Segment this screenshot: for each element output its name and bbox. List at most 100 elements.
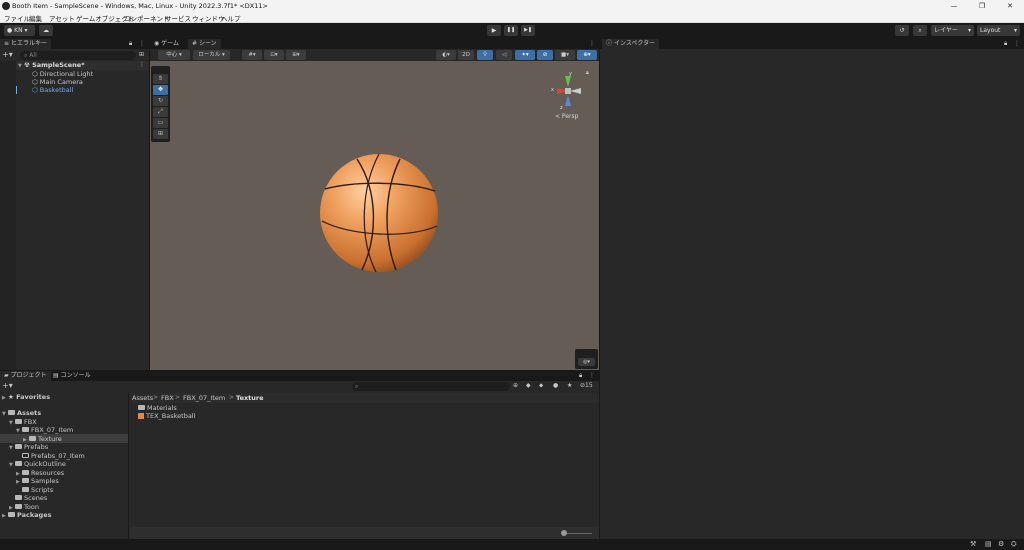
orientation-gizmo[interactable]: y x z [548, 71, 588, 111]
scene-more-icon[interactable]: ⋮ [139, 61, 145, 68]
tree-item-resources[interactable]: ▶ Resources [16, 469, 64, 477]
camera-settings-dropdown[interactable]: ◎▾ [578, 358, 595, 366]
space-dropdown[interactable]: ローカル ▾ [193, 50, 230, 60]
tree-item-scripts[interactable]: Scripts [22, 486, 53, 494]
history-button[interactable]: ↺ [895, 25, 909, 36]
pause-button[interactable]: ❚❚ [504, 25, 518, 36]
draw-mode-dropdown[interactable]: ⊞▾ [286, 50, 306, 60]
breadcrumb-fbx-07-item[interactable]: FBX_07_Item [183, 394, 225, 402]
scene-viewport[interactable]: y x z 🔒︎ < Persp ◎▾ [150, 61, 599, 370]
file-item-tex-basketball[interactable]: TEX_Basketball [138, 412, 195, 420]
hierarchy-scene-row[interactable]: ▼ ☢︎ SampleScene* [18, 61, 85, 69]
effects-dropdown[interactable]: ✦▾ [515, 50, 535, 60]
tab-scene[interactable]: # シーン [188, 39, 221, 49]
hand-tool-button[interactable]: ✋︎ [153, 74, 168, 84]
pivot-label: 中心 [166, 52, 178, 58]
menu-file[interactable]: ファイル [4, 13, 30, 23]
label-icon[interactable]: ⬥ [539, 382, 543, 390]
step-button[interactable]: ▶❚ [521, 25, 535, 36]
camera-dropdown[interactable]: ■▾ [555, 50, 575, 60]
basketball[interactable] [320, 153, 438, 273]
filter-icon[interactable]: ◆ [526, 382, 531, 389]
cloud-button[interactable]: ☁ [39, 25, 53, 36]
tab-hierarchy[interactable]: ≡ ヒエラルキー [0, 39, 51, 49]
more-icon[interactable]: ⋮ [139, 40, 145, 47]
account-dropdown[interactable]: ● KN ▾ [4, 25, 35, 36]
transform-tool-button[interactable]: ⊞ [153, 129, 168, 139]
menu-services[interactable]: サービス [165, 13, 191, 23]
breadcrumb-texture[interactable]: Texture [236, 394, 264, 402]
search-by-type-icon[interactable]: ⊕ [513, 382, 518, 389]
play-button[interactable]: ▶ [487, 25, 501, 36]
menu-edit[interactable]: 編集 [29, 13, 42, 23]
more-icon[interactable]: ⋮ [589, 40, 595, 47]
rotate-tool-button[interactable]: ↻ [153, 96, 168, 106]
add-button[interactable]: +▾ [2, 51, 16, 60]
breadcrumb-assets[interactable]: Assets [132, 394, 153, 402]
mode-2d-button[interactable]: 2D [458, 50, 474, 60]
tree-item-assets[interactable]: ▼ Assets [2, 409, 41, 417]
tree-item-fbx[interactable]: ▼ FBX [9, 418, 37, 426]
lock-icon[interactable]: 🔒︎ [129, 40, 132, 48]
hierarchy-options-icon[interactable]: ⊞ [139, 51, 144, 58]
grid-snap-dropdown[interactable]: #▾ [242, 50, 262, 60]
tree-item-scenes[interactable]: Scenes [15, 494, 47, 502]
zoom-slider-thumb[interactable] [561, 530, 567, 536]
lock-icon[interactable]: 🔒︎ [1004, 40, 1007, 48]
hierarchy-item-basketball[interactable]: ⬡ Basketball [32, 86, 73, 94]
layers-dropdown[interactable]: レイヤー ▾ [931, 25, 974, 36]
tab-game[interactable]: ◉ ゲーム [150, 39, 183, 49]
cache-server-icon[interactable]: ▤ [985, 540, 992, 548]
tab-console[interactable]: ▤ コンソール [49, 371, 95, 381]
hidden-objects-toggle[interactable]: ⊘ [537, 50, 553, 60]
tree-item-prefabs-07-item[interactable]: Prefabs_07_Item [22, 452, 85, 460]
tab-inspector[interactable]: ⓘ インスペクター [602, 39, 660, 49]
menu-window[interactable]: ウィンドウ [192, 13, 225, 23]
audio-toggle[interactable]: ◁ [496, 50, 512, 60]
more-icon[interactable]: ⋮ [589, 372, 595, 379]
menu-help[interactable]: ヘルプ [221, 13, 241, 23]
persp-label[interactable]: < Persp [555, 113, 578, 120]
info-icon[interactable]: ● [553, 382, 558, 389]
close-button[interactable]: ✕ [996, 0, 1024, 12]
snap-increment-dropdown[interactable]: ⊡▾ [264, 50, 284, 60]
lighting-toggle[interactable]: 💡︎ [477, 50, 493, 60]
tree-item-fbx-07-item[interactable]: ▼ FBX_07_Item [16, 426, 73, 434]
menu-assets[interactable]: アセット [49, 13, 75, 23]
file-item-materials[interactable]: Materials [138, 404, 177, 412]
tree-item-texture[interactable]: ▶ Texture [23, 435, 62, 443]
pivot-dropdown[interactable]: 中心 ▾ [158, 50, 190, 60]
tree-item-quickoutline[interactable]: ▼ QuickOutline [9, 460, 66, 468]
debug-icon[interactable]: ⛭ [1011, 540, 1017, 549]
lock-icon[interactable]: 🔒︎ [579, 372, 582, 380]
more-icon[interactable]: ⋮ [1014, 40, 1020, 47]
zoom-slider-track[interactable] [564, 533, 592, 534]
tree-item-favorites[interactable]: ▶ ★ Favorites [2, 393, 50, 401]
hidden-packages-toggle[interactable]: ⊘15 [580, 382, 593, 389]
maximize-button[interactable]: ❐ [968, 0, 996, 12]
lighting-status-icon[interactable]: ⚒ [970, 540, 976, 548]
shading-dropdown[interactable]: ◐▾ [436, 50, 456, 60]
project-search-input[interactable]: ⌕ [352, 382, 510, 391]
move-tool-button[interactable]: ✥ [153, 85, 168, 95]
tree-item-toon[interactable]: ▶ Toon [9, 503, 39, 511]
scale-tool-button[interactable]: ⤢ [153, 107, 168, 117]
hierarchy-search-input[interactable]: ⌕ All [20, 51, 136, 60]
breadcrumb-fbx[interactable]: FBX [161, 394, 174, 402]
layout-dropdown[interactable]: Layout ▾ [977, 25, 1020, 36]
create-button[interactable]: +▾ [2, 382, 13, 390]
search-button[interactable]: ⌕ [913, 25, 927, 36]
gizmos-dropdown[interactable]: ⊕▾ [577, 50, 597, 60]
favorite-icon[interactable]: ★ [567, 382, 572, 389]
tab-project[interactable]: ▰ プロジェクト [0, 371, 51, 381]
gizmo-lock-icon[interactable]: 🔒︎ [586, 70, 589, 76]
minimize-button[interactable]: — [940, 0, 968, 12]
tree-item-prefabs[interactable]: ▼ Prefabs [9, 443, 48, 451]
progress-icon[interactable]: ⚙ [998, 540, 1004, 548]
hierarchy-item-main-camera[interactable]: ⬡ Main Camera [32, 78, 83, 86]
tree-item-samples[interactable]: ▶ Samples [16, 477, 59, 485]
menu-component[interactable]: コンポーネント [124, 13, 170, 23]
rect-tool-button[interactable]: ▭ [153, 118, 168, 128]
tree-item-packages[interactable]: ▶ Packages [2, 511, 51, 519]
hierarchy-item-directional-light[interactable]: ⬡ Directional Light [32, 70, 93, 78]
